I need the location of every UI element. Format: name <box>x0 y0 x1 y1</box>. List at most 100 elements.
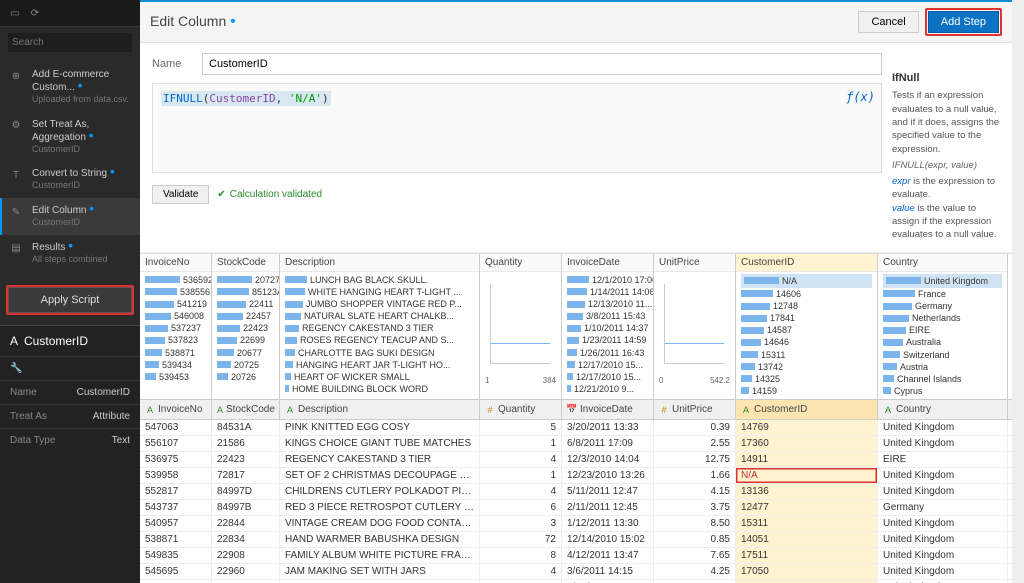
type-icon: # <box>485 405 495 415</box>
table-cell: 3/20/2011 13:33 <box>562 420 654 435</box>
grid-body: 54706384531APINK KNITTED EGG COSY53/20/2… <box>140 420 1012 583</box>
prop-row: Treat AsAttribute <box>0 404 140 428</box>
help-desc: Tests if an expression evaluates to a nu… <box>892 89 1000 155</box>
table-cell: 0.85 <box>654 532 736 547</box>
editor-area: Name IFNULL(CustomerID, 'N/A') ƒ(x) Vali… <box>140 43 1012 253</box>
summary-cell[interactable]: InvoiceDate12/1/2010 17:061/14/2011 14:0… <box>562 254 654 399</box>
grid-header: AInvoiceNoAStockCodeADescription#Quantit… <box>140 400 1012 420</box>
table-cell: 3.75 <box>654 500 736 515</box>
table-cell: United Kingdom <box>878 516 1008 531</box>
formula-editor[interactable]: IFNULL(CustomerID, 'N/A') ƒ(x) <box>152 83 882 173</box>
table-cell: 547063 <box>140 420 212 435</box>
table-cell: 4.15 <box>654 484 736 499</box>
table-cell: 8.50 <box>654 516 736 531</box>
column-header[interactable]: #Quantity <box>480 400 562 419</box>
table-row[interactable]: 53887122834HAND WARMER BABUSHKA DESIGN72… <box>140 532 1012 548</box>
summary-cell[interactable]: DescriptionLUNCH BAG BLACK SKULL.WHITE H… <box>280 254 480 399</box>
table-cell: 4/12/2011 13:47 <box>562 548 654 563</box>
cancel-button[interactable]: Cancel <box>858 11 918 33</box>
fx-icon[interactable]: ƒ(x) <box>846 90 875 104</box>
column-header[interactable]: #UnitPrice <box>654 400 736 419</box>
table-cell: United Kingdom <box>878 436 1008 451</box>
prop-wrench[interactable]: 🔧 <box>0 356 140 380</box>
table-row[interactable]: 54569522960JAM MAKING SET WITH JARS43/6/… <box>140 564 1012 580</box>
table-cell: United Kingdom <box>878 420 1008 435</box>
table-cell: United Kingdom <box>878 468 1008 483</box>
table-cell: 17360 <box>736 436 878 451</box>
apply-script-button[interactable]: Apply Script <box>8 287 132 313</box>
column-header[interactable]: ACustomerID <box>736 400 878 419</box>
add-step-button[interactable]: Add Step <box>928 11 999 33</box>
table-row[interactable]: 55610721586KINGS CHOICE GIANT TUBE MATCH… <box>140 436 1012 452</box>
table-row[interactable]: 53995872817SET OF 2 CHRISTMAS DECOUPAGE … <box>140 468 1012 484</box>
prop-row: NameCustomerID <box>0 380 140 404</box>
table-cell: 12/3/2010 14:04 <box>562 452 654 467</box>
table-cell: 5 <box>480 420 562 435</box>
data-area: InvoiceNo5365925385565412195460085372375… <box>140 253 1012 583</box>
sidebar-step[interactable]: ▤ Results •All steps combined <box>0 235 140 272</box>
validate-message: ✔ Calculation validated <box>217 189 322 200</box>
table-row[interactable]: 54095722844VINTAGE CREAM DOG FOOD CONTAI… <box>140 516 1012 532</box>
validate-button[interactable]: Validate <box>152 185 209 204</box>
step-icon: ✎ <box>8 204 24 220</box>
column-header[interactable]: AInvoiceNo <box>140 400 212 419</box>
table-cell: United Kingdom <box>878 548 1008 563</box>
refresh-icon[interactable]: ⟳ <box>28 6 42 20</box>
column-header[interactable]: ACountry <box>878 400 1008 419</box>
table-cell: 8 <box>480 548 562 563</box>
topbar-actions: Cancel Add Step <box>858 8 1002 36</box>
summary-cell[interactable]: StockCode2072785123A22411224572242322699… <box>212 254 280 399</box>
table-cell: 4 <box>480 564 562 579</box>
sidebar-step[interactable]: ✎ Edit Column •CustomerID <box>0 198 140 235</box>
prop-title: CustomerID <box>24 334 88 348</box>
summary-cell[interactable]: UnitPrice0542.2 <box>654 254 736 399</box>
column-header[interactable]: ADescription <box>280 400 480 419</box>
table-cell: 4 <box>480 452 562 467</box>
sidebar-step[interactable]: ⊕ Add E-commerce Custom... •Uploaded fro… <box>0 62 140 112</box>
table-cell: 17050 <box>736 564 878 579</box>
table-row[interactable]: 55281784997DCHILDRENS CUTLERY POLKADOT P… <box>140 484 1012 500</box>
table-cell: 14051 <box>736 532 878 547</box>
table-cell: CHILDRENS CUTLERY POLKADOT PINK <box>280 484 480 499</box>
help-line2: value is the value to assign if the expr… <box>892 202 1000 242</box>
check-icon: ✔ <box>217 189 225 200</box>
add-step-highlight: Add Step <box>925 8 1002 36</box>
table-cell: SET OF 2 CHRISTMAS DECOUPAGE CANDLE <box>280 468 480 483</box>
help-panel: IfNull Tests if an expression evaluates … <box>892 53 1000 242</box>
table-row[interactable]: 54373784997BRED 3 PIECE RETROSPOT CUTLER… <box>140 500 1012 516</box>
table-cell: 22960 <box>212 564 280 579</box>
table-cell: United Kingdom <box>878 564 1008 579</box>
sidebar-step[interactable]: ⚙ Set Treat As, Aggregation •CustomerID <box>0 112 140 162</box>
table-cell: JAM MAKING SET WITH JARS <box>280 564 480 579</box>
search-input[interactable] <box>8 33 132 52</box>
summary-cell[interactable]: CustomerIDN/A146061274817841145871464615… <box>736 254 878 399</box>
table-row[interactable]: 53697522423REGENCY CAKESTAND 3 TIER412/3… <box>140 452 1012 468</box>
table-cell: REGENCY CAKESTAND 3 TIER <box>280 452 480 467</box>
column-name-input[interactable] <box>202 53 882 75</box>
table-cell: 3/6/2011 14:15 <box>562 564 654 579</box>
step-icon: ⚙ <box>8 118 24 134</box>
help-title: IfNull <box>892 71 1000 86</box>
sidebar-step[interactable]: T Convert to String •CustomerID <box>0 161 140 198</box>
summary-cell[interactable]: Quantity1384 <box>480 254 562 399</box>
step-icon: ▤ <box>8 241 24 257</box>
type-icon: # <box>659 405 669 415</box>
table-row[interactable]: 54706384531APINK KNITTED EGG COSY53/20/2… <box>140 420 1012 436</box>
table-cell: United Kingdom <box>878 484 1008 499</box>
table-cell: 6 <box>480 500 562 515</box>
table-cell: 12/14/2010 15:02 <box>562 532 654 547</box>
summary-cell[interactable]: InvoiceNo5365925385565412195460085372375… <box>140 254 212 399</box>
table-row[interactable]: 54983522908FAMILY ALBUM WHITE PICTURE FR… <box>140 548 1012 564</box>
column-header[interactable]: 📅InvoiceDate <box>562 400 654 419</box>
topbar: Edit Column • Cancel Add Step <box>140 0 1012 43</box>
vertical-scrollbar[interactable] <box>1012 0 1024 583</box>
table-cell: 540957 <box>140 516 212 531</box>
name-row: Name <box>152 53 882 75</box>
table-cell: 539958 <box>140 468 212 483</box>
type-icon: A <box>883 405 893 415</box>
column-header[interactable]: AStockCode <box>212 400 280 419</box>
apply-btn-highlight: Apply Script <box>6 285 134 315</box>
summary-cell[interactable]: CountryUnited KingdomFranceGermanyNether… <box>878 254 1008 399</box>
db-icon: ▭ <box>8 6 22 20</box>
table-cell: 22844 <box>212 516 280 531</box>
